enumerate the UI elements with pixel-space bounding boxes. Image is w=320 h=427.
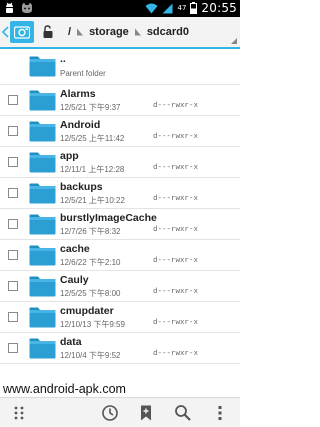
file-permissions: d---rwxr-x [153,226,199,234]
battery-icon [190,2,198,14]
list-item[interactable]: Alarms 12/5/21 下午9:37 d---rwxr-x [0,85,240,116]
select-checkbox[interactable] [8,312,18,322]
list-item[interactable]: backups 12/5/21 上午10:22 d---rwxr-x [0,178,240,209]
sdcard-icon [14,25,30,39]
storage-button[interactable] [10,21,34,43]
file-list: .. Parent folder Alarms 12/5/21 下午9:37 d… [0,49,240,364]
breadcrumb-storage[interactable]: storage [89,26,129,38]
search-icon[interactable] [174,404,192,422]
status-bar: 47 20:55 [0,0,240,17]
file-name: Android [60,119,101,131]
file-date: 12/10/13 下午9:59 [60,320,125,329]
list-item[interactable]: cache 12/6/22 下午2:10 d---rwxr-x [0,240,240,271]
select-checkbox[interactable] [8,188,18,198]
select-checkbox[interactable] [8,343,18,353]
folder-icon [29,276,56,297]
breadcrumb-separator-icon [134,28,141,36]
breadcrumb-sdcard0[interactable]: sdcard0 [147,26,189,38]
file-name: cache [60,243,90,255]
watermark: www.android-apk.com [0,381,240,397]
file-permissions: d---rwxr-x [153,164,199,172]
parent-folder-row[interactable]: .. Parent folder [0,49,240,85]
folder-icon [29,338,56,359]
parent-folder-name: .. [60,53,66,65]
file-name: cmupdater [60,305,114,317]
parent-folder-label: Parent folder [60,69,106,78]
folder-icon [29,245,56,266]
select-checkbox[interactable] [8,126,18,136]
path-bar: / storage sdcard0 [0,17,240,49]
list-item[interactable]: Cauly 12/5/25 下午8:00 d---rwxr-x [0,271,240,302]
battery-level: 47 [177,4,187,12]
file-name: burstlyImageCache [60,212,157,224]
file-name: Alarms [60,88,96,100]
list-item[interactable]: cmupdater 12/10/13 下午9:59 d---rwxr-x [0,302,240,333]
file-date: 12/11/1 上午12:28 [60,165,125,174]
grid-handle-icon[interactable] [10,404,28,422]
file-date: 12/5/25 下午8:00 [60,289,121,298]
file-permissions: d---rwxr-x [153,350,199,358]
list-item[interactable]: Android 12/5/25 上午11:42 d---rwxr-x [0,116,240,147]
unlock-icon[interactable] [42,25,54,39]
chevron-left-icon[interactable] [2,26,9,38]
select-checkbox[interactable] [8,157,18,167]
breadcrumb-root[interactable]: / [68,26,71,38]
file-permissions: d---rwxr-x [153,319,199,327]
history-clock-icon[interactable] [101,404,119,422]
file-date: 12/7/26 下午8:32 [60,227,121,236]
cat-face-icon [22,2,32,13]
folder-icon [29,152,56,173]
overflow-menu-icon[interactable] [211,404,229,422]
file-permissions: d---rwxr-x [153,195,199,203]
select-checkbox[interactable] [8,250,18,260]
select-checkbox[interactable] [8,95,18,105]
file-permissions: d---rwxr-x [153,257,199,265]
file-name: Cauly [60,274,89,286]
file-date: 12/10/4 下午9:52 [60,351,121,360]
bottom-action-bar [0,397,240,427]
bookmark-add-icon[interactable] [137,404,155,422]
file-name: backups [60,181,103,193]
folder-icon [29,121,56,142]
file-name: data [60,336,82,348]
file-date: 12/5/21 下午9:37 [60,103,121,112]
select-checkbox[interactable] [8,219,18,229]
list-item[interactable]: data 12/10/4 下午9:52 d---rwxr-x [0,333,240,364]
file-date: 12/5/21 上午10:22 [60,196,125,205]
file-name: app [60,150,79,162]
file-date: 12/5/25 上午11:42 [60,134,125,143]
breadcrumb-separator-icon [77,28,84,36]
folder-icon [29,183,56,204]
select-checkbox[interactable] [8,281,18,291]
corner-indicator-icon [231,38,237,44]
file-date: 12/6/22 下午2:10 [60,258,121,267]
signal-icon [162,3,173,13]
folder-icon [29,56,56,77]
list-item[interactable]: burstlyImageCache 12/7/26 下午8:32 d---rwx… [0,209,240,240]
file-permissions: d---rwxr-x [153,133,199,141]
folder-icon [29,214,56,235]
wifi-icon [145,3,158,13]
file-permissions: d---rwxr-x [153,102,199,110]
clock: 20:55 [201,1,237,15]
file-permissions: d---rwxr-x [153,288,199,296]
list-item[interactable]: app 12/11/1 上午12:28 d---rwxr-x [0,147,240,178]
folder-icon [29,90,56,111]
android-debug-icon [6,2,13,13]
folder-icon [29,307,56,328]
